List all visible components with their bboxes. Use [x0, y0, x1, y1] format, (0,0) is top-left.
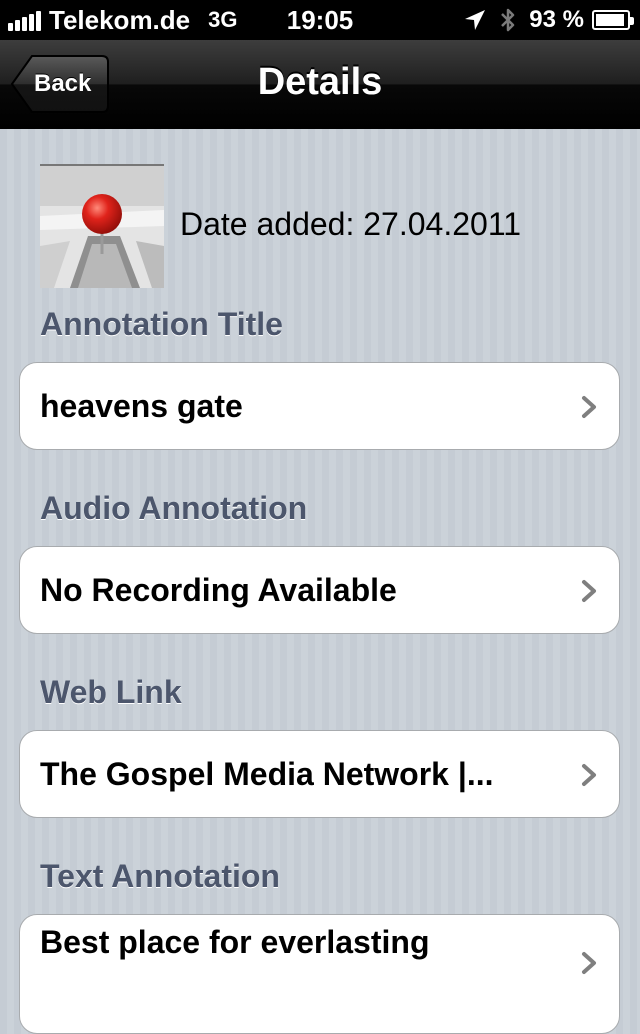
audio-annotation-label: Audio Annotation	[40, 490, 308, 526]
back-button[interactable]: Back	[10, 54, 110, 114]
battery-percentage: 93 %	[529, 6, 584, 33]
audio-annotation-cell[interactable]: No Recording Available	[19, 546, 620, 634]
map-pin-icon	[40, 166, 164, 288]
text-annotation-cell[interactable]: Best place for everlasting	[19, 914, 620, 1034]
web-link-label: Web Link	[40, 674, 182, 710]
chevron-right-icon	[582, 764, 596, 786]
location-arrow-icon	[465, 10, 486, 30]
status-right: 93 %	[463, 0, 634, 40]
text-annotation-label: Text Annotation	[40, 858, 280, 894]
annotation-thumbnail	[40, 164, 164, 288]
audio-annotation-value: No Recording Available	[40, 572, 397, 608]
chevron-right-icon	[582, 580, 596, 602]
bluetooth-icon	[501, 8, 515, 32]
battery-fill	[596, 14, 624, 26]
status-bar: Telekom.de 3G 19:05 93 %	[0, 0, 640, 40]
text-annotation-value: Best place for everlasting	[40, 924, 430, 960]
annotation-title-value: heavens gate	[40, 388, 243, 424]
chevron-right-icon	[582, 396, 596, 418]
date-added: Date added: 27.04.2011	[180, 206, 522, 242]
annotation-title-cell[interactable]: heavens gate	[19, 362, 620, 450]
battery-cap	[630, 17, 634, 25]
annotation-title-label: Annotation Title	[40, 306, 283, 342]
battery-icon	[592, 10, 634, 30]
navigation-bar: Details Back	[0, 40, 640, 129]
web-link-value: The Gospel Media Network |...	[40, 756, 494, 792]
web-link-cell[interactable]: The Gospel Media Network |...	[19, 730, 620, 818]
chevron-right-icon	[582, 952, 596, 974]
back-button-label: Back	[34, 70, 92, 97]
